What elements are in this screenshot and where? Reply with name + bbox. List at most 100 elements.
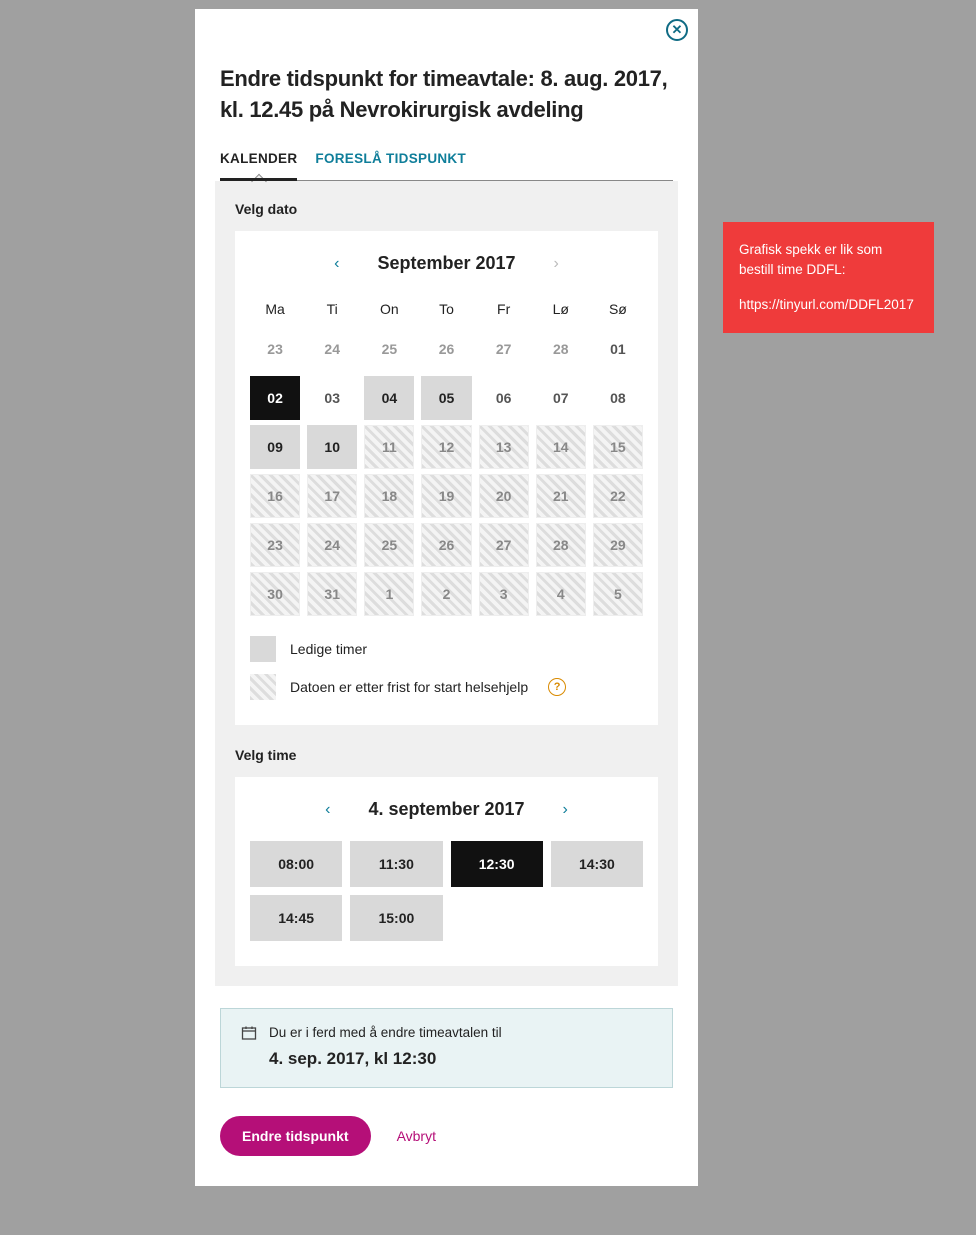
- legend-deadline: Datoen er etter frist for start helsehje…: [250, 674, 643, 700]
- calendar-day: 07: [536, 376, 586, 420]
- calendar-day: 06: [479, 376, 529, 420]
- calendar-day: 24: [307, 523, 357, 567]
- calendar-day: 3: [479, 572, 529, 616]
- swatch-available: [250, 636, 276, 662]
- calendar-day: 13: [479, 425, 529, 469]
- calendar-row: 23242526272829: [250, 523, 643, 567]
- dow: Fr: [479, 295, 529, 327]
- calendar-icon: [241, 1025, 257, 1041]
- legend-available: Ledige timer: [250, 636, 643, 662]
- select-time-label: Velg time: [235, 747, 658, 763]
- calendar-day: 14: [536, 425, 586, 469]
- calendar-day: 08: [593, 376, 643, 420]
- calendar-day: 15: [593, 425, 643, 469]
- calendar-day: 28: [536, 327, 586, 371]
- calendar-day: 30: [250, 572, 300, 616]
- select-date-label: Velg dato: [235, 201, 658, 217]
- calendar-day[interactable]: 10: [307, 425, 357, 469]
- calendar-day: 4: [536, 572, 586, 616]
- dow: Sø: [593, 295, 643, 327]
- month-nav: ‹ September 2017 ›: [250, 251, 643, 277]
- reschedule-modal: ✕ Endre tidspunkt for timeavtale: 8. aug…: [195, 9, 698, 1186]
- calendar-day: 31: [307, 572, 357, 616]
- calendar-day: 28: [536, 523, 586, 567]
- time-slot[interactable]: 14:30: [551, 841, 643, 887]
- calendar-day: 27: [479, 523, 529, 567]
- action-bar: Endre tidspunkt Avbryt: [220, 1116, 673, 1156]
- calendar-day: 5: [593, 572, 643, 616]
- calendar-row: 02030405060708: [250, 376, 643, 420]
- summary-lead: Du er i ferd med å endre timeavtalen til: [269, 1025, 502, 1040]
- summary-value: 4. sep. 2017, kl 12:30: [269, 1049, 652, 1069]
- calendar-day: 25: [364, 523, 414, 567]
- calendar-day: 23: [250, 327, 300, 371]
- calendar-row: 16171819202122: [250, 474, 643, 518]
- time-date-label: 4. september 2017: [368, 799, 524, 820]
- calendar-day: 1: [364, 572, 414, 616]
- calendar-day[interactable]: 04: [364, 376, 414, 420]
- close-button[interactable]: ✕: [666, 19, 688, 41]
- calendar-day[interactable]: 05: [421, 376, 471, 420]
- calendar-day: 18: [364, 474, 414, 518]
- calendar-day: 11: [364, 425, 414, 469]
- calendar-day[interactable]: 09: [250, 425, 300, 469]
- time-slot[interactable]: 11:30: [350, 841, 442, 887]
- calendar-day: 26: [421, 327, 471, 371]
- time-card: ‹ 4. september 2017 › 08:0011:3012:3014:…: [235, 777, 658, 966]
- dow: Ma: [250, 295, 300, 327]
- calendar-day: 17: [307, 474, 357, 518]
- tab-calendar[interactable]: KALENDER: [220, 141, 297, 180]
- annotation-note: Grafisk spekk er lik som bestill time DD…: [723, 222, 934, 333]
- calendar-row: 23242526272801: [250, 327, 643, 371]
- tab-bar: KALENDER FORESLÅ TIDSPUNKT: [220, 141, 673, 181]
- legend-available-label: Ledige timer: [290, 641, 367, 657]
- time-slot[interactable]: 08:00: [250, 841, 342, 887]
- cancel-button[interactable]: Avbryt: [391, 1127, 442, 1145]
- dow: To: [421, 295, 471, 327]
- calendar-day: 03: [307, 376, 357, 420]
- calendar-panel: Velg dato ‹ September 2017 › Ma Ti On To…: [215, 181, 678, 986]
- calendar-row: 09101112131415: [250, 425, 643, 469]
- dow: Lø: [536, 295, 586, 327]
- calendar-day: 25: [364, 327, 414, 371]
- calendar-day: 21: [536, 474, 586, 518]
- calendar-day: 24: [307, 327, 357, 371]
- dow: Ti: [307, 295, 357, 327]
- annotation-link[interactable]: https://tinyurl.com/DDFL2017: [739, 297, 914, 312]
- month-label: September 2017: [377, 253, 515, 274]
- dow: On: [364, 295, 414, 327]
- submit-button[interactable]: Endre tidspunkt: [220, 1116, 371, 1156]
- prev-month-button[interactable]: ‹: [326, 251, 347, 277]
- calendar-day: 20: [479, 474, 529, 518]
- calendar-day: 23: [250, 523, 300, 567]
- calendar-day: 19: [421, 474, 471, 518]
- calendar-day: 27: [479, 327, 529, 371]
- tab-suggest-time[interactable]: FORESLÅ TIDSPUNKT: [315, 141, 466, 180]
- calendar-day: 22: [593, 474, 643, 518]
- calendar-day: 12: [421, 425, 471, 469]
- time-nav: ‹ 4. september 2017 ›: [250, 797, 643, 823]
- calendar-day[interactable]: 02: [250, 376, 300, 420]
- swatch-deadline: [250, 674, 276, 700]
- time-grid: 08:0011:3012:3014:30 14:4515:00: [250, 841, 643, 941]
- annotation-text: Grafisk spekk er lik som bestill time DD…: [739, 240, 918, 281]
- time-slot[interactable]: 14:45: [250, 895, 342, 941]
- modal-title: Endre tidspunkt for timeavtale: 8. aug. …: [220, 64, 673, 126]
- calendar-day: 16: [250, 474, 300, 518]
- time-slot[interactable]: 12:30: [451, 841, 543, 887]
- calendar-grid: 2324252627280102030405060708091011121314…: [250, 327, 643, 616]
- time-slot[interactable]: 15:00: [350, 895, 442, 941]
- calendar-day: 29: [593, 523, 643, 567]
- calendar-row: 303112345: [250, 572, 643, 616]
- next-day-button[interactable]: ›: [555, 797, 576, 823]
- next-month-button[interactable]: ›: [546, 251, 567, 277]
- weekday-header: Ma Ti On To Fr Lø Sø: [250, 295, 643, 327]
- summary-box: Du er i ferd med å endre timeavtalen til…: [220, 1008, 673, 1088]
- calendar-day: 01: [593, 327, 643, 371]
- legend-deadline-label: Datoen er etter frist for start helsehje…: [290, 679, 528, 695]
- help-badge[interactable]: ?: [548, 678, 566, 696]
- prev-day-button[interactable]: ‹: [317, 797, 338, 823]
- calendar-day: 2: [421, 572, 471, 616]
- calendar-card: ‹ September 2017 › Ma Ti On To Fr Lø Sø …: [235, 231, 658, 725]
- calendar-day: 26: [421, 523, 471, 567]
